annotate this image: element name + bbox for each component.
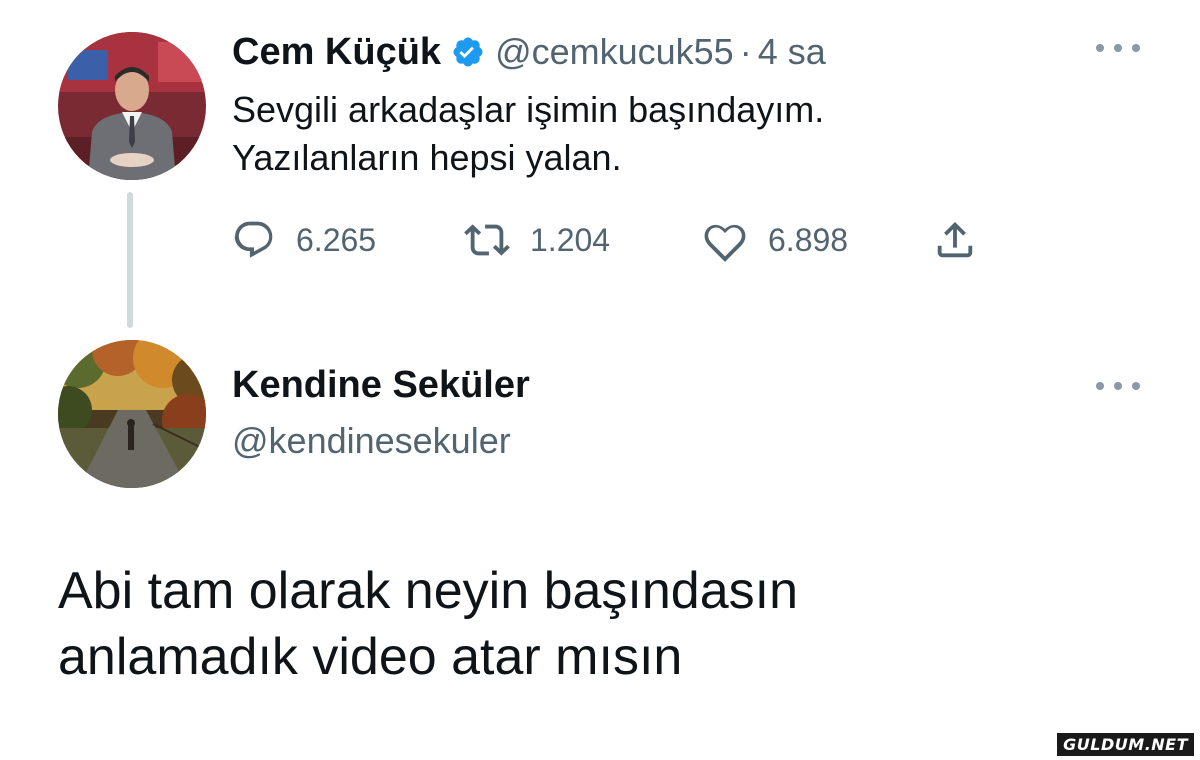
tweet1-text: Sevgili arkadaşlar işimin başındayım. Ya… — [232, 86, 1072, 182]
avatar-cem-kucuk[interactable] — [58, 32, 206, 180]
like-count: 6.898 — [768, 221, 849, 258]
watermark-logo: GULDUM.NET — [1057, 733, 1194, 756]
author-handle[interactable]: @cemkucuk55 — [495, 31, 734, 73]
tweet-text-line: anlamadık video atar mısın — [58, 628, 683, 686]
tweet-text-line: Sevgili arkadaşlar işimin başındayım. — [232, 89, 825, 130]
avatar-kendine-sekuler[interactable] — [58, 340, 206, 488]
verified-badge-icon — [451, 35, 485, 69]
retweet-icon — [464, 217, 510, 263]
reply-button[interactable]: 6.265 — [232, 214, 376, 266]
tweet-text-line: Yazılanların hepsi yalan. — [232, 137, 622, 178]
tweet-timestamp[interactable]: 4 sa — [758, 31, 826, 73]
reply-icon — [232, 218, 276, 262]
header-separator: · — [739, 31, 752, 72]
like-button[interactable]: 6.898 — [702, 214, 848, 266]
tweet1-header: Cem Küçük @cemkucuk55 · 4 sa — [232, 28, 826, 76]
author-name[interactable]: Cem Küçük — [232, 31, 441, 74]
retweet-count: 1.204 — [530, 221, 611, 258]
thread-connector-line — [127, 192, 133, 328]
author-handle[interactable]: @kendinesekuler — [232, 420, 511, 462]
retweet-button[interactable]: 1.204 — [464, 214, 610, 266]
share-icon — [932, 217, 978, 263]
tweet-text-line: Abi tam olarak neyin başındasın — [58, 562, 798, 620]
more-dots-icon[interactable] — [1096, 40, 1140, 56]
share-button[interactable] — [932, 214, 978, 266]
tweet-action-bar: 6.265 1.204 6.898 — [232, 214, 992, 266]
reply-count: 6.265 — [296, 221, 377, 258]
tweet2-text: Abi tam olarak neyin başındasın anlamadı… — [58, 558, 1158, 690]
more-dots-icon[interactable] — [1096, 378, 1140, 394]
heart-icon — [702, 217, 748, 263]
author-name[interactable]: Kendine Seküler — [232, 364, 530, 407]
